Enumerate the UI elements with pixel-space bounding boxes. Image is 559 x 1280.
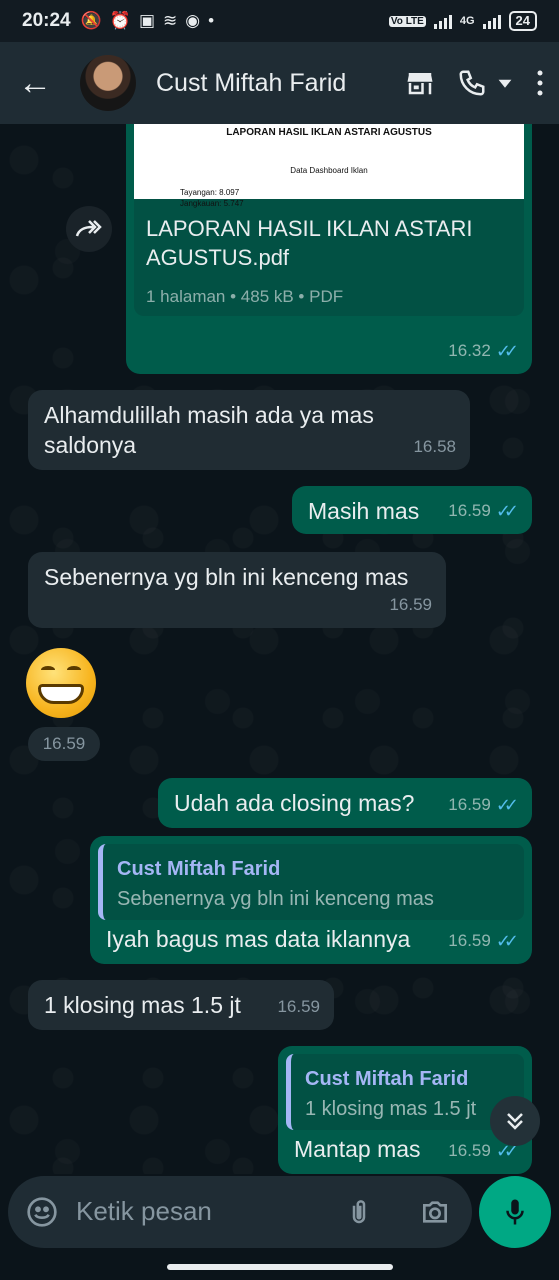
pdf-preview-title: LAPORAN HASIL IKLAN ASTARI AGUSTUS [226,127,432,138]
message-text: Alhamdulillah masih ada ya mas saldonya [44,402,374,458]
message-text: 1 klosing mas 1.5 jt [44,992,241,1018]
message-reply-outgoing[interactable]: Cust Miftah Farid Sebenernya yg bln ini … [90,836,532,964]
message-text: Iyah bagus mas data iklannya [106,926,411,952]
read-ticks-icon: ✓✓ [495,501,519,521]
reply-quote[interactable]: Cust Miftah Farid Sebenernya yg bln ini … [98,844,524,920]
avatar[interactable] [80,55,136,111]
message-incoming[interactable]: Sebenernya yg bln ini kenceng mas 16.59 [28,552,446,628]
status-time: 20:24 [22,10,71,31]
attach-icon[interactable] [344,1196,374,1233]
network-type: 4G [459,15,475,27]
quote-text: 1 klosing mas 1.5 jt [305,1098,477,1120]
message-pdf[interactable]: LAPORAN HASIL IKLAN ASTARI AGUSTUS Data … [126,124,532,374]
layers-icon: ≋ [163,11,178,30]
arrow-left-icon[interactable]: ← [18,64,66,103]
message-text: Mantap mas [294,1136,421,1162]
message-time: 16.59 [389,595,432,614]
pdf-info: 1 halaman • 485 kB • PDF [146,287,344,306]
message-meta: 16.59 ✓✓ [448,790,519,820]
message-time: 16.59 [448,501,491,520]
read-ticks-icon: ✓✓ [495,931,519,951]
forward-icon[interactable] [66,206,112,252]
more-vert-icon[interactable] [535,68,545,98]
phone-icon[interactable] [457,68,487,98]
header-actions [405,68,545,98]
camera-icon[interactable] [418,1196,452,1233]
quote-text: Sebenernya yg bln ini kenceng mas [117,888,434,910]
message-time: 16.32 [448,341,491,360]
pdf-attachment[interactable]: LAPORAN HASIL IKLAN ASTARI AGUSTUS Data … [134,124,524,316]
reply-quote[interactable]: Cust Miftah Farid 1 klosing mas 1.5 jt [286,1054,524,1130]
signal-icon [433,13,452,29]
mic-icon [506,1199,524,1225]
alarm-icon: ⏰ [109,11,131,30]
message-meta: 16.59 [277,992,320,1022]
message-meta: 16.59 ✓✓ [448,496,519,526]
contact-name[interactable]: Cust Miftah Farid [156,69,352,98]
message-text: Sebenernya yg bln ini kenceng mas [44,564,409,590]
message-incoming[interactable]: 1 klosing mas 1.5 jt 16.59 [28,980,334,1030]
grinning-face-icon[interactable] [26,648,96,718]
dot-icon: • [208,11,215,30]
shop-icon[interactable] [405,68,435,98]
message-outgoing[interactable]: Udah ada closing mas? 16.59 ✓✓ [158,778,532,828]
pdf-preview: LAPORAN HASIL IKLAN ASTARI AGUSTUS Data … [134,124,524,208]
dropdown-icon[interactable] [497,75,513,91]
message-time: 16.58 [413,437,456,456]
message-time: 16.59 [28,727,100,761]
message-incoming[interactable]: Alhamdulillah masih ada ya mas saldonya … [28,390,470,470]
message-outgoing[interactable]: Masih mas 16.59 ✓✓ [292,486,532,534]
volte-icon: Vo LTE [388,15,426,27]
message-meta: 16.32 ✓✓ [448,336,519,366]
message-time: 16.59 [448,795,491,814]
battery-icon: 24 [508,11,537,31]
message-input[interactable]: Ketik pesan [8,1176,472,1248]
emoji-icon[interactable] [26,1196,58,1233]
signal-2-icon [482,13,501,29]
message-text: Udah ada closing mas? [174,790,415,816]
status-bar: 20:24 🔕 ⏰ ▣ ≋ ◉ • Vo LTE 4G 24 [0,0,559,42]
gesture-nav-bar[interactable] [167,1264,393,1270]
image-icon: ▣ [138,11,156,30]
input-bar: Ketik pesan [0,1174,559,1280]
chat-area[interactable]: LAPORAN HASIL IKLAN ASTARI AGUSTUS Data … [0,124,559,1174]
message-time: 16.59 [448,931,491,950]
read-ticks-icon: ✓✓ [495,795,519,815]
mic-button[interactable] [479,1176,551,1248]
status-notification-icons: 🔕 ⏰ ▣ ≋ ◉ • [81,11,214,31]
quote-author: Cust Miftah Farid [305,1068,469,1090]
message-time: 16.59 [448,1141,491,1160]
status-system-icons: Vo LTE 4G 24 [388,11,537,31]
read-ticks-icon: ✓✓ [495,341,519,361]
message-meta: 16.59 [389,590,432,620]
message-input-placeholder: Ketik pesan [76,1196,212,1226]
message-text: Masih mas [308,498,420,524]
message-time: 16.59 [277,997,320,1016]
mute-icon: 🔕 [80,11,102,30]
message-meta: 16.59 ✓✓ [448,926,519,956]
quote-author: Cust Miftah Farid [117,858,281,880]
double-chevron-down-icon [507,1113,523,1130]
sync-icon: ◉ [185,11,201,30]
scroll-down-button[interactable] [490,1096,540,1146]
message-meta: 16.58 [413,432,456,462]
chat-header: ← Cust Miftah Farid [0,42,559,124]
pdf-filename: LAPORAN HASIL IKLAN ASTARI AGUSTUS.pdf [146,216,473,270]
